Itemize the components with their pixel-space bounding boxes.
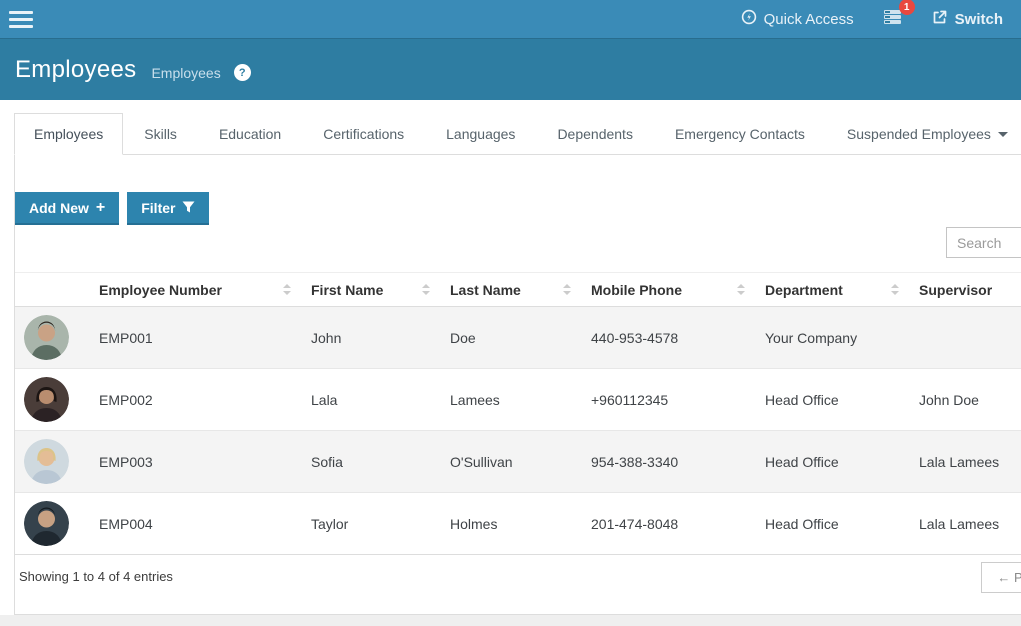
sort-icon: [283, 284, 291, 295]
notification-badge: 1: [899, 0, 915, 15]
tab-emergency-contacts[interactable]: Emergency Contacts: [659, 113, 821, 154]
table-header-row: Employee Number First Name Last Name Mob…: [15, 273, 1021, 307]
tab-bar: Employees Skills Education Certification…: [14, 113, 1021, 155]
search-input[interactable]: [946, 227, 1021, 258]
tab-languages[interactable]: Languages: [430, 113, 531, 154]
switch-button[interactable]: Switch: [931, 9, 1003, 30]
col-last-name[interactable]: Last Name: [436, 273, 577, 307]
tab-skills[interactable]: Skills: [128, 113, 193, 154]
col-mobile-phone[interactable]: Mobile Phone: [577, 273, 751, 307]
col-department[interactable]: Department: [751, 273, 905, 307]
switch-label: Switch: [955, 11, 1003, 28]
tab-dependents[interactable]: Dependents: [541, 113, 649, 154]
help-icon[interactable]: ?: [234, 64, 251, 81]
table-row[interactable]: EMP001 John Doe 440-953-4578 Your Compan…: [15, 307, 1021, 369]
plus-icon: +: [96, 200, 105, 216]
notifications-button[interactable]: 1: [882, 8, 903, 30]
col-first-name[interactable]: First Name: [297, 273, 436, 307]
menu-icon[interactable]: [9, 7, 33, 32]
previous-page-button[interactable]: ← Previous: [981, 562, 1021, 593]
table-row[interactable]: EMP002 Lala Lamees +960112345 Head Offic…: [15, 369, 1021, 431]
breadcrumb: Employees: [151, 65, 220, 81]
col-avatar: [15, 273, 85, 307]
add-new-button[interactable]: Add New +: [15, 192, 119, 225]
table-row[interactable]: EMP003 Sofia O'Sullivan 954-388-3340 Hea…: [15, 431, 1021, 493]
page-bottom-strip: [0, 615, 1021, 626]
sort-icon: [563, 284, 571, 295]
sort-icon: [737, 284, 745, 295]
chevron-down-icon: [998, 132, 1008, 137]
avatar: [24, 315, 69, 360]
col-employee-number[interactable]: Employee Number: [85, 273, 297, 307]
page-header: Employees Employees ?: [0, 38, 1021, 100]
avatar: [24, 439, 69, 484]
tab-education[interactable]: Education: [203, 113, 297, 154]
col-supervisor[interactable]: Supervisor: [905, 273, 1021, 307]
top-navbar: Quick Access 1: [0, 0, 1021, 38]
funnel-icon: [182, 200, 195, 216]
sort-icon: [422, 284, 430, 295]
employees-panel: Add New + Filter Employee Number First: [14, 155, 1021, 615]
quick-access-label: Quick Access: [764, 11, 854, 28]
toolbar: Add New + Filter: [15, 192, 209, 225]
showing-entries-text: Showing 1 to 4 of 4 entries: [19, 569, 173, 584]
quick-access-button[interactable]: Quick Access: [741, 9, 854, 29]
tab-certifications[interactable]: Certifications: [307, 113, 420, 154]
avatar: [24, 377, 69, 422]
page-title: Employees: [15, 56, 136, 84]
filter-button[interactable]: Filter: [127, 192, 209, 225]
tab-suspended-employees[interactable]: Suspended Employees: [831, 113, 1021, 154]
employees-table: Employee Number First Name Last Name Mob…: [15, 272, 1021, 555]
main-content: Employees Skills Education Certification…: [14, 113, 1021, 615]
quick-access-icon: [741, 9, 757, 29]
sort-icon: [891, 284, 899, 295]
table-row[interactable]: EMP004 Taylor Holmes 201-474-8048 Head O…: [15, 493, 1021, 555]
avatar: [24, 501, 69, 546]
tab-employees[interactable]: Employees: [14, 113, 123, 155]
switch-icon: [931, 9, 948, 30]
